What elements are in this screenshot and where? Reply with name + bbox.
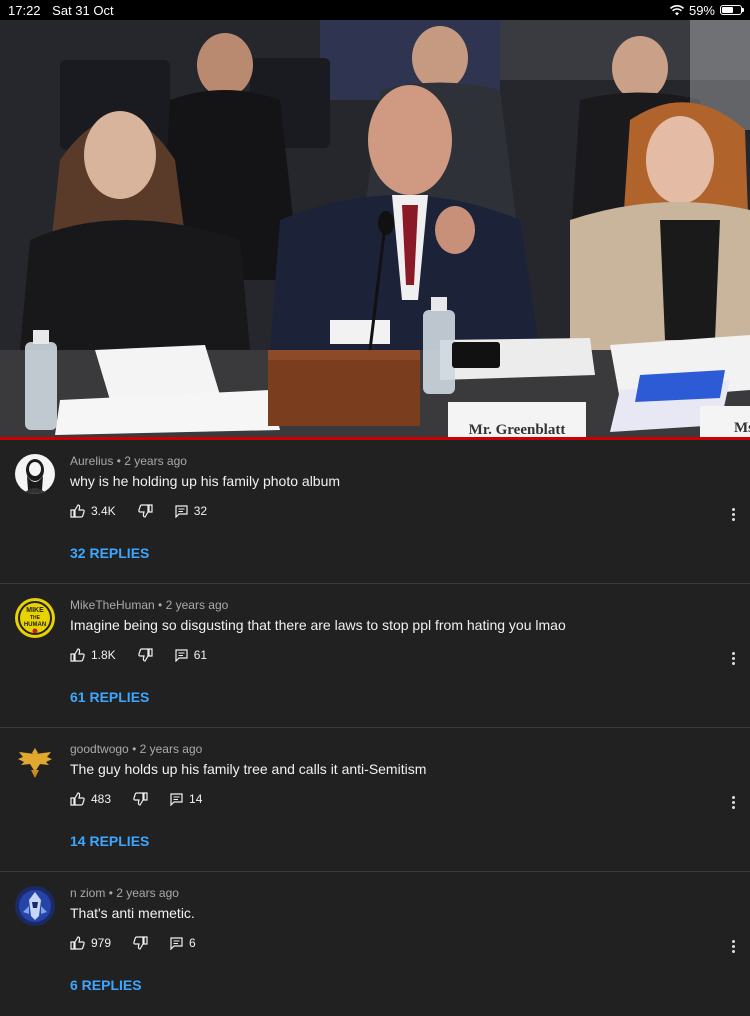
- like-button[interactable]: 483: [70, 792, 111, 806]
- status-bar: 17:22 Sat 31 Oct 59%: [0, 0, 750, 20]
- view-replies-link[interactable]: 61 REPLIES: [70, 689, 149, 705]
- thumbs-down-icon: [137, 648, 153, 662]
- comment-author[interactable]: n ziom: [70, 886, 105, 900]
- dislike-button[interactable]: [133, 792, 148, 806]
- video-player[interactable]: Mr. Greenblatt Ms: [0, 20, 750, 440]
- comment-icon: [170, 792, 183, 806]
- comments-list: Aurelius • 2 years ago why is he holding…: [0, 440, 750, 1016]
- video-frame: Mr. Greenblatt Ms: [0, 20, 750, 440]
- comment-icon: [175, 648, 188, 662]
- comment-item: n ziom • 2 years ago That's anti memetic…: [0, 872, 750, 1016]
- thumbs-up-icon: [70, 504, 85, 518]
- thumbs-up-icon: [70, 936, 85, 950]
- reply-button[interactable]: 32: [175, 504, 207, 518]
- avatar-badge-text-bot: HUMAN: [24, 622, 46, 628]
- view-replies-link[interactable]: 32 REPLIES: [70, 545, 149, 561]
- comment-time: 2 years ago: [116, 886, 179, 900]
- more-options-icon[interactable]: [728, 792, 738, 812]
- view-replies-link[interactable]: 14 REPLIES: [70, 833, 149, 849]
- comment-actions: 3.4K 32: [70, 504, 229, 518]
- comment-text: why is he holding up his family photo al…: [70, 473, 341, 489]
- comment-actions: 483 14: [70, 792, 224, 806]
- meta-separator: •: [132, 742, 137, 756]
- thumbs-down-icon: [137, 504, 153, 518]
- comment-item: MIKE THE HUMAN MikeTheHuman • 2 years ag…: [0, 584, 750, 728]
- like-count: 979: [91, 936, 112, 950]
- like-button[interactable]: 979: [70, 936, 111, 950]
- meta-separator: •: [108, 886, 113, 900]
- reply-count: 32: [193, 504, 208, 518]
- comment-item: Aurelius • 2 years ago why is he holding…: [0, 440, 750, 584]
- golden-eagle-avatar-icon[interactable]: [15, 742, 55, 782]
- nameplate-greenblatt: Mr. Greenblatt: [469, 422, 566, 438]
- comment-icon: [170, 936, 183, 950]
- more-options-icon[interactable]: [728, 648, 738, 668]
- like-count: 1.8K: [91, 648, 116, 662]
- reply-button[interactable]: 61: [175, 648, 207, 662]
- reply-button[interactable]: 6: [170, 936, 196, 950]
- reply-count: 6: [189, 936, 196, 950]
- comment-icon: [175, 504, 188, 518]
- more-options-icon[interactable]: [728, 504, 738, 524]
- reply-button[interactable]: 14: [170, 792, 202, 806]
- nameplate-partial: Ms: [734, 420, 750, 436]
- comment-time: 2 years ago: [165, 598, 229, 612]
- comment-time: 2 years ago: [139, 742, 203, 756]
- mike-the-human-badge-icon[interactable]: MIKE THE HUMAN: [15, 598, 55, 638]
- battery-percent: 59%: [688, 2, 715, 18]
- comment-time: 2 years ago: [124, 454, 187, 468]
- comment-text: That's anti memetic.: [70, 905, 195, 921]
- comment-author[interactable]: Aurelius: [70, 454, 113, 468]
- like-count: 483: [91, 792, 112, 806]
- reply-count: 14: [189, 792, 203, 806]
- status-time: 17:22: [8, 2, 41, 18]
- battery-fill: [722, 7, 733, 13]
- thumbs-down-icon: [133, 936, 148, 950]
- meta-separator: •: [116, 454, 121, 468]
- thumbs-up-icon: [70, 792, 85, 806]
- comment-meta: goodtwogo • 2 years ago: [70, 742, 202, 756]
- comment-actions: 979 6: [70, 936, 218, 950]
- comment-meta: n ziom • 2 years ago: [70, 886, 179, 900]
- comment-text: Imagine being so disgusting that there a…: [70, 617, 566, 633]
- reply-count: 61: [193, 648, 208, 662]
- avatar-badge-text-top: MIKE: [26, 607, 44, 614]
- comment-text: The guy holds up his family tree and cal…: [70, 761, 427, 777]
- avatar-badge-text-mid: THE: [30, 615, 41, 621]
- wifi-icon: [669, 4, 684, 15]
- battery-icon: [720, 5, 744, 15]
- meta-separator: •: [158, 598, 163, 612]
- status-date: Sat 31 Oct: [52, 2, 114, 18]
- thumbs-down-icon: [133, 792, 148, 806]
- comment-meta: MikeTheHuman • 2 years ago: [70, 598, 228, 612]
- like-count: 3.4K: [91, 504, 116, 518]
- comment-author[interactable]: goodtwogo: [70, 742, 129, 756]
- view-replies-link[interactable]: 6 REPLIES: [70, 977, 142, 993]
- like-button[interactable]: 1.8K: [70, 648, 116, 662]
- comment-item: goodtwogo • 2 years ago The guy holds up…: [0, 728, 750, 872]
- dislike-button[interactable]: [137, 648, 153, 662]
- bearded-man-avatar-icon[interactable]: [15, 454, 55, 494]
- comment-actions: 1.8K 61: [70, 648, 229, 662]
- comment-meta: Aurelius • 2 years ago: [70, 454, 187, 468]
- blue-knight-avatar-icon[interactable]: [15, 886, 55, 926]
- dislike-button[interactable]: [133, 936, 148, 950]
- like-button[interactable]: 3.4K: [70, 504, 116, 518]
- thumbs-up-icon: [70, 648, 85, 662]
- comment-author[interactable]: MikeTheHuman: [70, 598, 155, 612]
- more-options-icon[interactable]: [728, 936, 738, 956]
- dislike-button[interactable]: [137, 504, 153, 518]
